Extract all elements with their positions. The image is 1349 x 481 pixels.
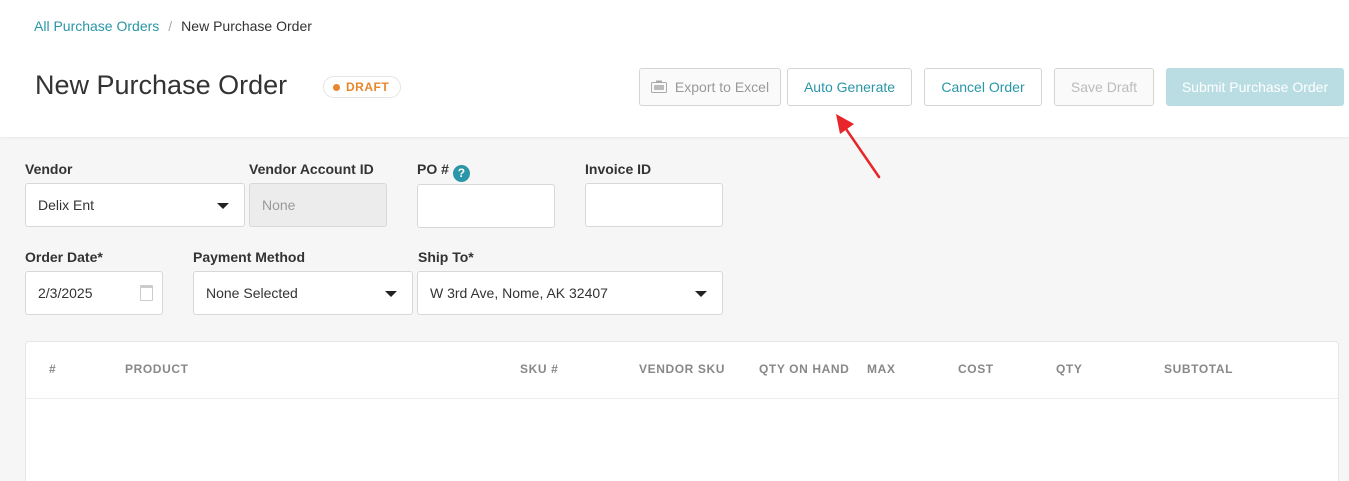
- vendor-select-value: Delix Ent: [38, 197, 95, 213]
- column-header-cost: COST: [958, 362, 994, 376]
- save-draft-button[interactable]: Save Draft: [1054, 68, 1154, 106]
- calendar-icon[interactable]: [140, 285, 153, 301]
- status-badge-label: DRAFT: [346, 80, 390, 94]
- page-header: All Purchase Orders / New Purchase Order…: [0, 0, 1349, 137]
- column-header-max: MAX: [867, 362, 896, 376]
- ship-to-label: Ship To*: [418, 249, 474, 265]
- vendor-account-id-value: None: [262, 197, 296, 213]
- column-header-product: PRODUCT: [125, 362, 189, 376]
- chevron-down-icon: [695, 291, 707, 297]
- submit-purchase-order-button[interactable]: Submit Purchase Order: [1166, 68, 1344, 106]
- vendor-account-id-label: Vendor Account ID: [249, 161, 374, 177]
- status-dot-icon: [333, 83, 340, 91]
- chevron-down-icon: [217, 203, 229, 209]
- export-to-excel-label: Export to Excel: [674, 79, 770, 95]
- excel-file-icon: [650, 80, 667, 93]
- breadcrumb-current: New Purchase Order: [181, 18, 312, 34]
- vendor-label: Vendor: [25, 161, 73, 177]
- ship-to-value: W 3rd Ave, Nome, AK 32407: [430, 285, 608, 301]
- column-header-qty-on-hand: QTY ON HAND: [759, 362, 850, 376]
- po-number-label-wrap: PO #?: [417, 161, 470, 182]
- payment-method-select[interactable]: None Selected: [193, 271, 413, 315]
- column-header-subtotal: SUBTOTAL: [1164, 362, 1234, 376]
- chevron-down-icon: [385, 291, 397, 297]
- ship-to-select[interactable]: W 3rd Ave, Nome, AK 32407: [417, 271, 723, 315]
- order-date-input[interactable]: 2/3/2025: [25, 271, 163, 315]
- order-date-value: 2/3/2025: [38, 285, 93, 301]
- column-header-number: #: [49, 362, 57, 376]
- breadcrumb-all-purchase-orders-link[interactable]: All Purchase Orders: [34, 18, 159, 34]
- annotation-arrow-icon: [836, 114, 881, 179]
- order-date-label: Order Date*: [25, 249, 103, 265]
- breadcrumb: All Purchase Orders / New Purchase Order: [34, 18, 312, 34]
- export-to-excel-button[interactable]: Export to Excel: [639, 68, 781, 106]
- invoice-id-label: Invoice ID: [585, 161, 652, 177]
- vendor-select[interactable]: Delix Ent: [25, 183, 245, 227]
- table-header-row: # PRODUCT SKU # VENDOR SKU QTY ON HAND M…: [26, 342, 1338, 399]
- payment-method-label: Payment Method: [193, 249, 306, 265]
- column-header-qty: QTY: [1056, 362, 1083, 376]
- column-header-sku: SKU #: [520, 362, 559, 376]
- payment-method-value: None Selected: [206, 285, 298, 301]
- status-badge: DRAFT: [323, 76, 402, 98]
- line-items-table: # PRODUCT SKU # VENDOR SKU QTY ON HAND M…: [25, 341, 1339, 481]
- help-icon[interactable]: ?: [452, 164, 470, 182]
- invoice-id-input[interactable]: [585, 183, 723, 227]
- po-number-input[interactable]: [417, 184, 555, 228]
- page-title: New Purchase Order: [35, 70, 288, 100]
- cancel-order-button[interactable]: Cancel Order: [924, 68, 1042, 106]
- po-number-label: PO #: [417, 161, 449, 177]
- vendor-account-id-field: None: [249, 183, 387, 227]
- auto-generate-button[interactable]: Auto Generate: [787, 68, 912, 106]
- breadcrumb-separator: /: [168, 18, 173, 34]
- column-header-vendor-sku: VENDOR SKU: [639, 362, 726, 376]
